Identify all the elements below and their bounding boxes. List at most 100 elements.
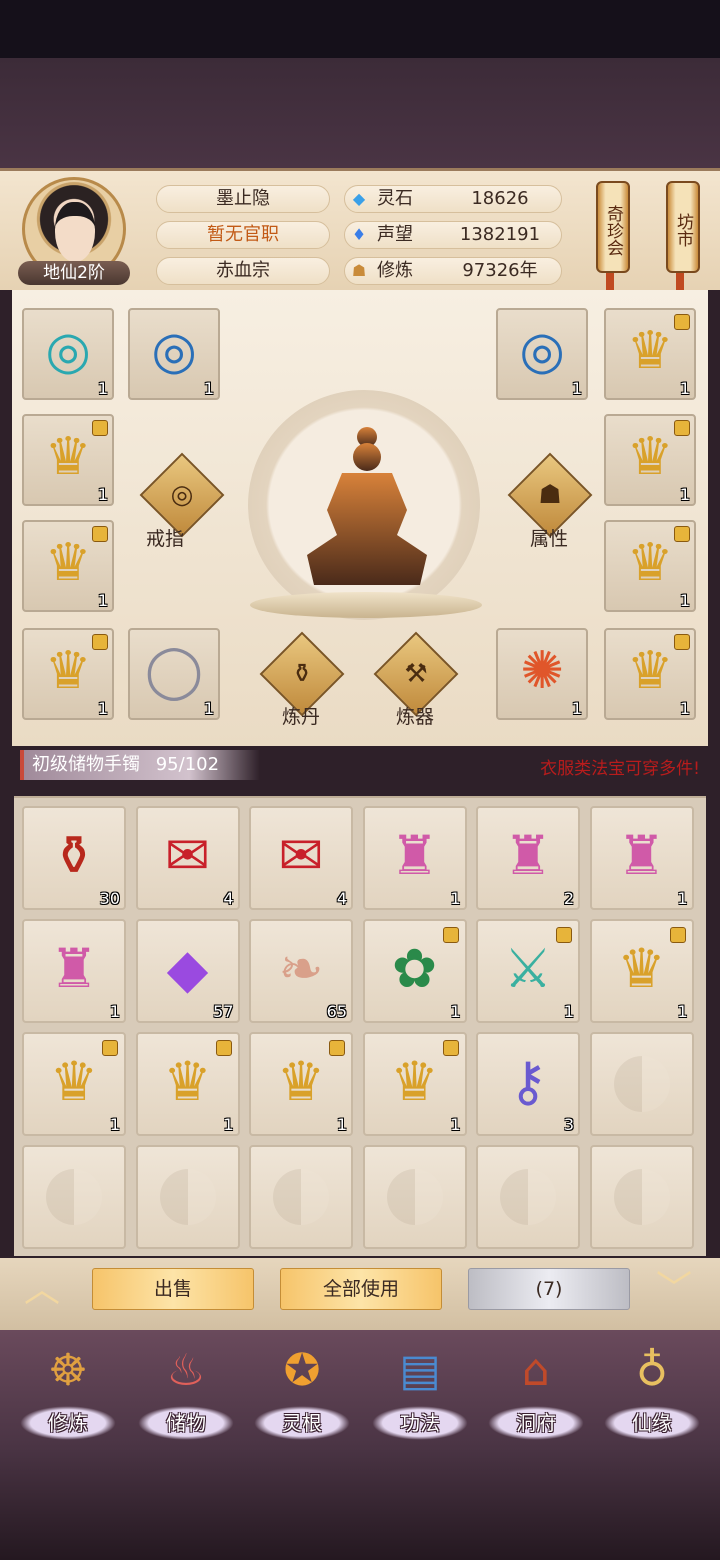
meditating-figure-icon bbox=[307, 427, 427, 585]
inventory-empty-slot[interactable] bbox=[589, 1032, 694, 1136]
equip-slot[interactable]: ♛ 1 bbox=[22, 414, 114, 506]
spirit-stone-icon: ◆ bbox=[352, 189, 366, 208]
market-button[interactable]: 坊市 bbox=[666, 181, 700, 273]
resource-label: 灵石 bbox=[377, 188, 413, 209]
jade-ring-icon: ◎ bbox=[45, 321, 91, 381]
item-count: 4 bbox=[336, 889, 347, 908]
nav-label: 灵根 bbox=[254, 1406, 350, 1440]
item-count: 1 bbox=[97, 485, 108, 504]
inventory-item[interactable]: ♜ 1 bbox=[22, 919, 126, 1023]
item-count: 1 bbox=[677, 889, 688, 908]
scroll-yi-icon: ✉ bbox=[278, 824, 324, 887]
tassel-scroll-icon: ♜ bbox=[49, 937, 99, 1000]
inventory-item[interactable]: ⚷ 3 bbox=[476, 1032, 580, 1136]
resource-value: 18626 bbox=[471, 188, 529, 209]
avatar-face bbox=[55, 202, 95, 262]
jade-ring-icon: ◎ bbox=[519, 321, 565, 381]
use-all-button[interactable]: 全部使用 bbox=[280, 1268, 442, 1310]
item-count: 1 bbox=[203, 699, 214, 718]
bag-header: 初级储物手镯 95/102 衣服类法宝可穿多件! bbox=[14, 748, 706, 784]
selected-count-button[interactable]: (7) bbox=[468, 1268, 630, 1310]
level-badge: 地仙2阶 bbox=[18, 261, 130, 285]
nav-techniques[interactable]: ▤ 功法 bbox=[372, 1338, 468, 1446]
sell-button[interactable]: 出售 bbox=[92, 1268, 254, 1310]
inventory-empty-slot[interactable] bbox=[135, 1145, 240, 1249]
item-count: 1 bbox=[97, 699, 108, 718]
yin-yang-icon bbox=[46, 1169, 102, 1225]
inventory-item[interactable]: ♛ 1 bbox=[135, 1032, 240, 1136]
equip-slot[interactable]: ✺ 1 bbox=[496, 628, 588, 720]
page-down-arrow-icon[interactable]: ﹀ bbox=[652, 1268, 696, 1312]
spirit-root-icon: ✪ bbox=[283, 1345, 321, 1396]
lock-icon bbox=[442, 1040, 459, 1056]
bag-note: 衣服类法宝可穿多件! bbox=[540, 759, 700, 779]
item-count: 1 bbox=[679, 591, 690, 610]
yin-yang-icon bbox=[613, 1169, 670, 1225]
ring-label: 戒指 bbox=[146, 528, 185, 550]
inventory-empty-slot[interactable] bbox=[22, 1145, 126, 1249]
inventory-item[interactable]: ⚔ 1 bbox=[476, 919, 580, 1023]
resource-spirit-stone: ◆ 灵石 18626 bbox=[344, 185, 562, 213]
inventory-item[interactable]: ✉ 4 bbox=[249, 806, 353, 910]
scroll-ru-icon: ✉ bbox=[164, 824, 211, 887]
purple-crystal-icon: ◆ bbox=[166, 937, 209, 1000]
lock-icon bbox=[674, 634, 690, 650]
equip-slot[interactable]: ♛ 1 bbox=[22, 520, 114, 612]
equip-slot[interactable]: ◎ 1 bbox=[496, 308, 588, 400]
bottom-band bbox=[0, 1448, 720, 1560]
equip-slot[interactable]: ◎ 1 bbox=[22, 308, 114, 400]
nav-label: 储物 bbox=[138, 1406, 234, 1440]
inventory-empty-slot[interactable] bbox=[249, 1145, 353, 1249]
resource-cultivation: ☗ 修炼 97326年 bbox=[344, 257, 562, 285]
nav-immortal-fate[interactable]: ♁ 仙缘 bbox=[604, 1338, 700, 1446]
equip-slot[interactable]: ♛ 1 bbox=[604, 520, 696, 612]
nav-cave-house[interactable]: ⌂ 洞府 bbox=[488, 1338, 584, 1446]
cauldron-icon: ⚱ bbox=[291, 659, 313, 689]
bag-tab[interactable]: 初级储物手镯 95/102 bbox=[20, 750, 260, 780]
item-count: 2 bbox=[563, 889, 574, 908]
inventory-item[interactable]: ♜ 1 bbox=[589, 806, 694, 910]
equip-slot[interactable]: ♛ 1 bbox=[604, 628, 696, 720]
inventory-item[interactable]: ✉ 4 bbox=[135, 806, 240, 910]
equip-slot[interactable]: ♛ 1 bbox=[22, 628, 114, 720]
inventory-item[interactable]: ♛ 1 bbox=[249, 1032, 353, 1136]
nav-cultivate[interactable]: ☸ 修炼 bbox=[20, 1338, 116, 1446]
inventory-item[interactable]: ⚱ 30 bbox=[22, 806, 126, 910]
book-icon: ▤ bbox=[399, 1345, 441, 1396]
treasure-fair-button[interactable]: 奇珍会 bbox=[596, 181, 630, 273]
inventory-item[interactable]: ♜ 1 bbox=[362, 806, 467, 910]
yin-yang-icon bbox=[159, 1169, 216, 1225]
inventory-item[interactable]: ♛ 1 bbox=[362, 1032, 467, 1136]
jade-ring-icon: ◎ bbox=[151, 321, 197, 381]
nav-storage[interactable]: ♨ 储物 bbox=[138, 1338, 234, 1446]
talisman-pendant-icon: ⚷ bbox=[508, 1050, 548, 1113]
fire-ring-icon: ✺ bbox=[520, 641, 564, 701]
equip-slot[interactable]: ♛ 1 bbox=[604, 308, 696, 400]
inventory-empty-slot[interactable] bbox=[476, 1145, 580, 1249]
inventory-item[interactable]: ♜ 2 bbox=[476, 806, 580, 910]
lock-icon bbox=[674, 526, 690, 542]
nav-spirit-root[interactable]: ✪ 灵根 bbox=[254, 1338, 350, 1446]
inventory-item[interactable]: ◆ 57 bbox=[135, 919, 240, 1023]
hat-icon: ☗ bbox=[538, 480, 562, 510]
inventory-empty-slot[interactable] bbox=[362, 1145, 467, 1249]
nav-label: 仙缘 bbox=[604, 1406, 700, 1440]
lock-icon bbox=[92, 420, 108, 436]
inventory-item[interactable]: ❧ 65 bbox=[249, 919, 353, 1023]
lock-icon bbox=[442, 927, 459, 943]
page-up-arrow-icon[interactable]: ︿ bbox=[20, 1268, 64, 1312]
equip-slot[interactable]: ◎ 1 bbox=[128, 308, 220, 400]
ring-icon: ◎ bbox=[170, 480, 194, 510]
inventory-item[interactable]: ✿ 1 bbox=[362, 919, 467, 1023]
top-band bbox=[0, 0, 720, 168]
inventory-item[interactable]: ♛ 1 bbox=[589, 919, 694, 1023]
equip-slot[interactable]: ♛ 1 bbox=[604, 414, 696, 506]
inventory-empty-slot[interactable] bbox=[589, 1145, 694, 1249]
monk-icon: ☸ bbox=[48, 1345, 88, 1396]
item-count: 57 bbox=[213, 1002, 234, 1021]
equip-slot[interactable]: ◯ 1 bbox=[128, 628, 220, 720]
inventory-item[interactable]: ♛ 1 bbox=[22, 1032, 126, 1136]
alchemy-label: 炼丹 bbox=[282, 706, 321, 728]
nav-label: 洞府 bbox=[488, 1406, 584, 1440]
bag-name: 初级储物手镯 bbox=[32, 754, 140, 775]
